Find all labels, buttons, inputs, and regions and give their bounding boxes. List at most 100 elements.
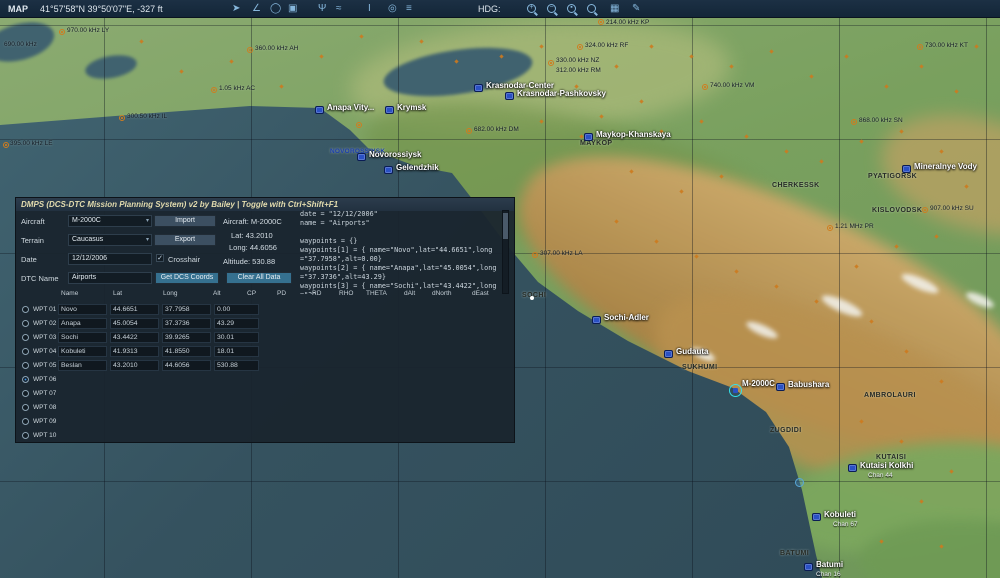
waypoint-table: WPT 01Novo44.665137.79580.00WPT 02Anapa4… [16, 198, 514, 442]
tacan-channel-label: Chan 67 [833, 521, 858, 528]
wpt-row: WPT 01Novo44.665137.79580.00 [16, 304, 514, 316]
zoom-in-icon[interactable]: + [527, 4, 536, 13]
wpt-alt-field[interactable]: 30.01 [214, 332, 259, 343]
wpt-label: WPT 05 [33, 362, 56, 369]
airport-icon[interactable] [776, 383, 785, 391]
wpt-radio[interactable] [22, 432, 29, 439]
airport-icon[interactable] [385, 106, 394, 114]
zoom-box-icon[interactable]: ▪ [567, 4, 576, 13]
wpt-lat-field[interactable]: 43.2010 [110, 360, 159, 371]
map-freq-label: 324.00 kHz RF [585, 42, 628, 49]
map-city-label: KISLOVODSK [872, 207, 922, 214]
cursor-icon[interactable]: ➤ [232, 2, 240, 16]
wpt-alt-field[interactable]: 43.29 [214, 318, 259, 329]
map-airport-label: Krasnodar-Pashkovsky [517, 89, 606, 98]
wpt-radio[interactable] [22, 362, 29, 369]
town-dot [974, 44, 978, 48]
map-airport-label: Novorossiysk [369, 150, 421, 159]
town-dot [729, 64, 733, 68]
airport-icon[interactable] [902, 165, 911, 173]
wpt-long-field[interactable]: 44.6056 [162, 360, 211, 371]
wpt-radio[interactable] [22, 320, 29, 327]
airport-icon[interactable] [584, 133, 593, 141]
airport-icon[interactable] [592, 316, 601, 324]
selected-unit-marker[interactable] [729, 384, 742, 397]
wpt-name-field[interactable]: Sochi [58, 332, 107, 343]
ndb-icon [211, 87, 217, 93]
wpt-lat-field[interactable]: 41.9313 [110, 346, 159, 357]
wpt-row: WPT 10 [16, 430, 514, 442]
map-airport-label: Batumi [816, 560, 843, 569]
wpt-lat-field[interactable]: 45.0054 [110, 318, 159, 329]
wpt-lat-field[interactable]: 44.6651 [110, 304, 159, 315]
wpt-lat-field[interactable]: 43.4422 [110, 332, 159, 343]
town-dot [699, 119, 703, 123]
wpt-long-field[interactable]: 39.9265 [162, 332, 211, 343]
map-freq-label: 740.00 kHz VM [710, 82, 754, 89]
ibeam-icon[interactable]: I [368, 2, 371, 16]
ndb-icon [702, 84, 708, 90]
map-airport-label: Babushara [788, 380, 829, 389]
layers-icon[interactable]: ≡ [406, 2, 412, 16]
wpt-radio[interactable] [22, 334, 29, 341]
town-dot [954, 89, 958, 93]
wpt-row: WPT 09 [16, 416, 514, 428]
unit-label: M-2000C [742, 379, 775, 388]
zoom-out-icon[interactable]: − [547, 4, 556, 13]
wpt-long-field[interactable]: 37.3736 [162, 318, 211, 329]
map-city-label: SOCHI [522, 292, 546, 299]
sea-patch [83, 52, 138, 83]
ndb-icon [917, 44, 923, 50]
town-dot [229, 59, 233, 63]
target-icon[interactable]: ◎ [388, 2, 397, 16]
circle-tool-icon[interactable]: ◯ [270, 2, 281, 16]
camera-icon[interactable]: ▣ [288, 2, 297, 16]
map-airport-label: Kutaisi Kolkhi [860, 461, 913, 470]
wpt-radio[interactable] [22, 418, 29, 425]
airport-icon[interactable] [315, 106, 324, 114]
ndb-icon [119, 115, 125, 121]
wpt-radio[interactable] [22, 376, 29, 383]
dmps-panel: DMPS (DCS-DTC Mission Planning System) v… [15, 197, 515, 443]
map-mode-label: MAP [8, 4, 28, 14]
ruler-icon[interactable]: ∠ [252, 2, 261, 16]
signal-icon[interactable]: ≈ [336, 2, 342, 16]
wpt-radio[interactable] [22, 404, 29, 411]
map-city-label: ZUGDIDI [770, 427, 802, 434]
vor-icon [795, 478, 804, 487]
wpt-label: WPT 01 [33, 306, 56, 313]
wpt-radio[interactable] [22, 306, 29, 313]
antenna-icon[interactable]: Ψ [318, 2, 326, 16]
zoom-reset-icon[interactable] [587, 4, 596, 13]
wpt-long-field[interactable]: 37.7958 [162, 304, 211, 315]
wpt-alt-field[interactable]: 0.00 [214, 304, 259, 315]
airport-icon[interactable] [357, 153, 366, 161]
wpt-name-field[interactable]: Kobuleti [58, 346, 107, 357]
airport-icon[interactable] [812, 513, 821, 521]
airport-icon[interactable] [384, 166, 393, 174]
airport-icon[interactable] [474, 84, 483, 92]
wpt-radio[interactable] [22, 390, 29, 397]
airport-icon[interactable] [505, 92, 514, 100]
wpt-name-field[interactable]: Beslan [58, 360, 107, 371]
airport-icon[interactable] [848, 464, 857, 472]
wpt-long-field[interactable]: 41.8550 [162, 346, 211, 357]
map-airport-label: Anapa Vity... [327, 103, 374, 112]
wpt-alt-field[interactable]: 530.88 [214, 360, 259, 371]
airport-icon[interactable] [664, 350, 673, 358]
wpt-label: WPT 04 [33, 348, 56, 355]
wpt-name-field[interactable]: Anapa [58, 318, 107, 329]
map-freq-label: 868.00 kHz SN [859, 117, 903, 124]
wpt-name-field[interactable]: Novo [58, 304, 107, 315]
draw-icon[interactable]: ✎ [632, 2, 640, 16]
map-airport-label: Gelendzhik [396, 163, 439, 172]
map-freq-label: 395.00 kHz LE [10, 140, 53, 147]
map-freq-label: 1.05 kHz AC [219, 85, 255, 92]
grid-icon[interactable]: ▦ [610, 2, 619, 16]
unit-aircraft-icon [733, 388, 738, 393]
airport-icon[interactable] [804, 563, 813, 571]
ndb-icon [247, 47, 253, 53]
town-dot [139, 39, 143, 43]
wpt-alt-field[interactable]: 18.01 [214, 346, 259, 357]
wpt-radio[interactable] [22, 348, 29, 355]
